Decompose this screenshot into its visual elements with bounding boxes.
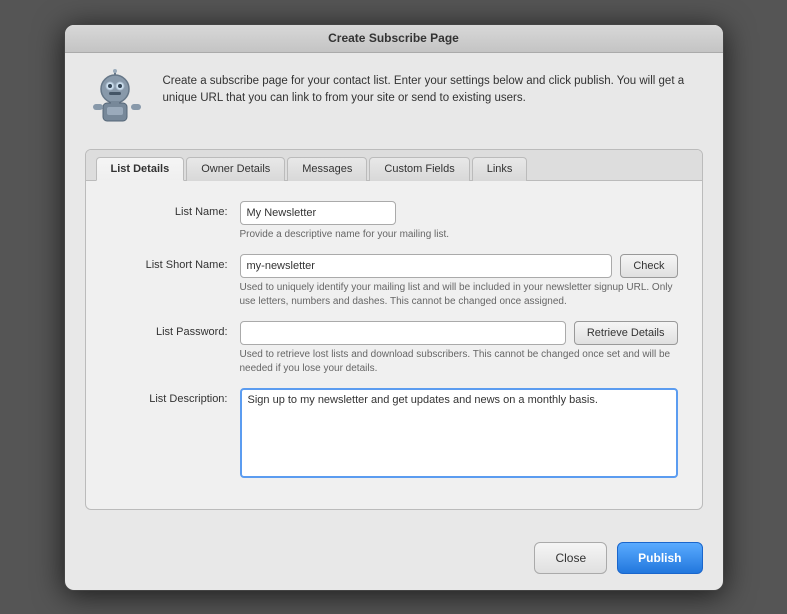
window-content: Create a subscribe page for your contact… [65,53,723,530]
list-short-name-input-row: Check [240,254,678,278]
list-description-row: List Description: Sign up to my newslett… [110,388,678,483]
list-short-name-row: List Short Name: Check Used to uniquely … [110,254,678,309]
header-description: Create a subscribe page for your contact… [163,69,703,108]
tab-links[interactable]: Links [472,157,528,181]
list-name-hint: Provide a descriptive name for your mail… [240,228,678,242]
list-password-hint: Used to retrieve lost lists and download… [240,348,678,376]
list-description-label: List Description: [110,388,240,405]
window-title: Create Subscribe Page [328,31,459,45]
publish-button[interactable]: Publish [617,542,702,574]
list-name-row: List Name: Provide a descriptive name fo… [110,201,678,242]
list-password-field-wrap: Retrieve Details Used to retrieve lost l… [240,321,678,376]
list-password-input[interactable] [240,321,566,345]
list-short-name-hint: Used to uniquely identify your mailing l… [240,281,678,309]
retrieve-details-button[interactable]: Retrieve Details [574,321,678,345]
main-window: Create Subscribe Page [64,24,724,591]
list-name-field-wrap: Provide a descriptive name for your mail… [240,201,678,242]
robot-svg [85,69,149,133]
close-button[interactable]: Close [534,542,607,574]
robot-icon [85,69,149,133]
list-description-input[interactable]: Sign up to my newsletter and get updates… [240,388,678,478]
list-short-name-label: List Short Name: [110,254,240,271]
tab-custom-fields[interactable]: Custom Fields [369,157,469,181]
tab-list-details[interactable]: List Details [96,157,185,181]
check-button[interactable]: Check [620,254,677,278]
titlebar: Create Subscribe Page [65,25,723,53]
tabs-bar: List Details Owner Details Messages Cust… [86,150,702,181]
footer: Close Publish [65,530,723,590]
list-description-field-wrap: Sign up to my newsletter and get updates… [240,388,678,483]
tab-content: List Name: Provide a descriptive name fo… [86,181,702,509]
list-name-label: List Name: [110,201,240,218]
list-password-input-row: Retrieve Details [240,321,678,345]
header-area: Create a subscribe page for your contact… [85,69,703,133]
list-password-label: List Password: [110,321,240,338]
tab-messages[interactable]: Messages [287,157,367,181]
tab-owner-details[interactable]: Owner Details [186,157,285,181]
main-panel: List Details Owner Details Messages Cust… [85,149,703,510]
list-short-name-field-wrap: Check Used to uniquely identify your mai… [240,254,678,309]
list-short-name-input[interactable] [240,254,613,278]
list-password-row: List Password: Retrieve Details Used to … [110,321,678,376]
list-name-input[interactable] [240,201,396,225]
